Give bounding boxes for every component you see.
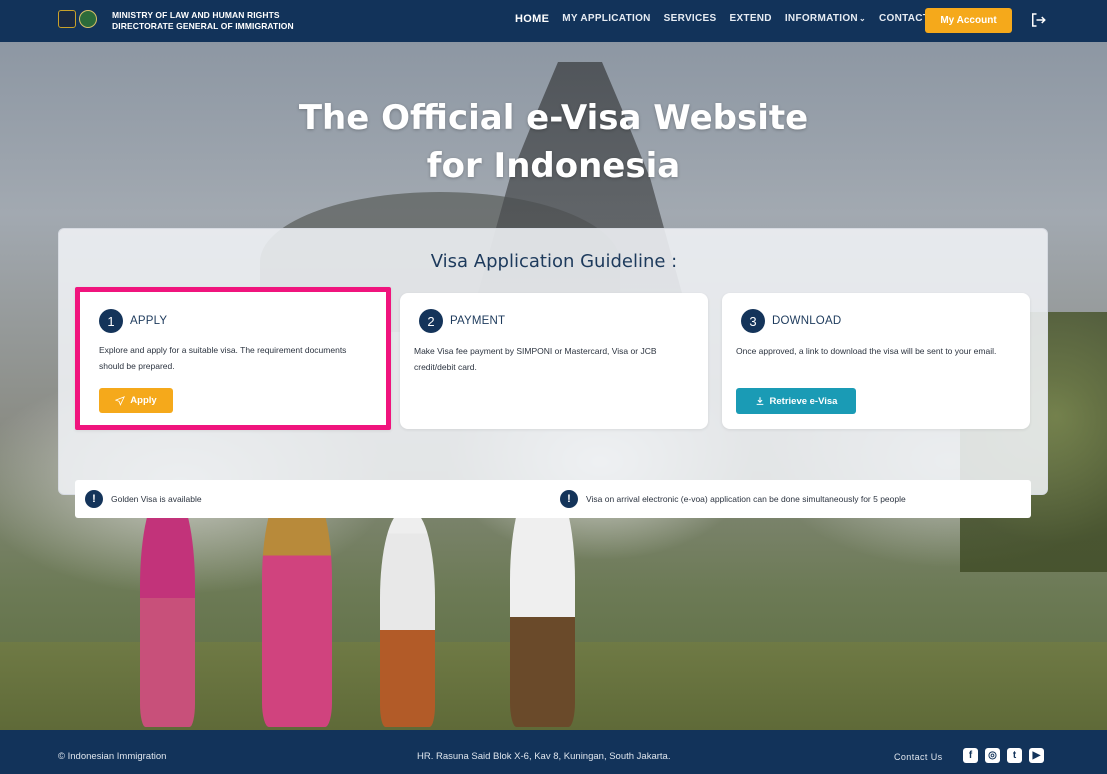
step-card-download: 3 DOWNLOAD Once approved, a link to down…: [722, 293, 1030, 429]
nav-home[interactable]: HOME: [515, 13, 549, 25]
step-header: 2 PAYMENT: [419, 309, 505, 333]
guideline-panel: Visa Application Guideline : 1 APPLY Exp…: [58, 228, 1048, 518]
step-label: PAYMENT: [450, 315, 506, 327]
top-navbar: MINISTRY OF LAW AND HUMAN RIGHTS DIRECTO…: [0, 0, 1107, 42]
ministry-logo: [58, 10, 76, 28]
org-line-2: DIRECTORATE GENERAL OF IMMIGRATION: [112, 21, 294, 31]
nav-information-label: INFORMATION: [784, 13, 858, 24]
guideline-title: Visa Application Guideline :: [430, 251, 678, 272]
figure-2: [262, 482, 332, 727]
figure-1: [140, 492, 195, 727]
notes-bar: ! Golden Visa is available ! Visa on arr…: [75, 480, 1031, 518]
step-number: 3: [741, 309, 765, 333]
info-icon: !: [560, 490, 578, 508]
logout-icon[interactable]: [1029, 11, 1047, 29]
logo-group[interactable]: [58, 10, 97, 28]
hero-title: The Official e-Visa Website for Indonesi…: [0, 94, 1107, 190]
facebook-icon[interactable]: f: [963, 748, 978, 763]
footer-address: HR. Rasuna Said Blok X-6, Kav 8, Kuninga…: [417, 751, 671, 762]
step-card-payment: 2 PAYMENT Make Visa fee payment by SIMPO…: [400, 293, 708, 429]
step-header: 3 DOWNLOAD: [741, 309, 841, 333]
note-text: Visa on arrival electronic (e-voa) appli…: [586, 494, 906, 504]
apply-button[interactable]: Apply: [99, 388, 173, 413]
hero-section: The Official e-Visa Website for Indonesi…: [0, 42, 1107, 730]
main-nav: HOME MY APPLICATION SERVICES EXTEND INFO…: [515, 13, 947, 25]
step-header: 1 APPLY: [99, 309, 167, 333]
figure-4: [510, 482, 575, 727]
footer-contact-link[interactable]: Contact Us: [894, 752, 943, 762]
step-label: DOWNLOAD: [772, 315, 842, 327]
note-evoa: ! Visa on arrival electronic (e-voa) app…: [560, 490, 906, 508]
footer-copyright: © Indonesian Immigration: [58, 751, 167, 762]
nav-my-application[interactable]: MY APPLICATION: [562, 13, 650, 25]
nav-extend[interactable]: EXTEND: [729, 13, 771, 25]
send-icon: [115, 395, 126, 406]
download-icon: [756, 397, 763, 405]
youtube-icon[interactable]: ▶: [1029, 748, 1044, 763]
instagram-icon[interactable]: ◎: [985, 748, 1000, 763]
step-description: Explore and apply for a suitable visa. T…: [99, 345, 347, 371]
my-account-button[interactable]: My Account: [925, 8, 1012, 33]
step-label: APPLY: [130, 315, 168, 327]
step-card-apply: 1 APPLY Explore and apply for a suitable…: [75, 287, 391, 430]
note-golden-visa: ! Golden Visa is available: [85, 490, 202, 508]
org-name: MINISTRY OF LAW AND HUMAN RIGHTS DIRECTO…: [112, 10, 294, 32]
nav-information[interactable]: INFORMATION⌄: [785, 13, 866, 25]
apply-button-label: Apply: [130, 395, 157, 406]
twitter-icon[interactable]: t: [1007, 748, 1022, 763]
nav-services[interactable]: SERVICES: [664, 13, 717, 25]
org-line-1: MINISTRY OF LAW AND HUMAN RIGHTS: [112, 10, 280, 20]
step-description: Once approved, a link to download the vi…: [736, 346, 997, 356]
retrieve-evisa-button[interactable]: Retrieve e-Visa: [736, 388, 856, 414]
social-links: f ◎ t ▶: [963, 748, 1044, 763]
footer: © Indonesian Immigration HR. Rasuna Said…: [0, 730, 1107, 774]
chevron-down-icon: ⌄: [858, 14, 866, 23]
retrieve-button-label: Retrieve e-Visa: [769, 395, 838, 407]
hero-title-line-1: The Official e-Visa Website: [298, 98, 809, 138]
note-text: Golden Visa is available: [111, 494, 202, 504]
step-number: 1: [99, 309, 123, 333]
hero-title-line-2: for Indonesia: [426, 146, 681, 186]
immigration-logo: [79, 10, 97, 28]
figure-3: [380, 512, 435, 727]
step-description: Make Visa fee payment by SIMPONI or Mast…: [414, 346, 657, 372]
info-icon: !: [85, 490, 103, 508]
step-number: 2: [419, 309, 443, 333]
